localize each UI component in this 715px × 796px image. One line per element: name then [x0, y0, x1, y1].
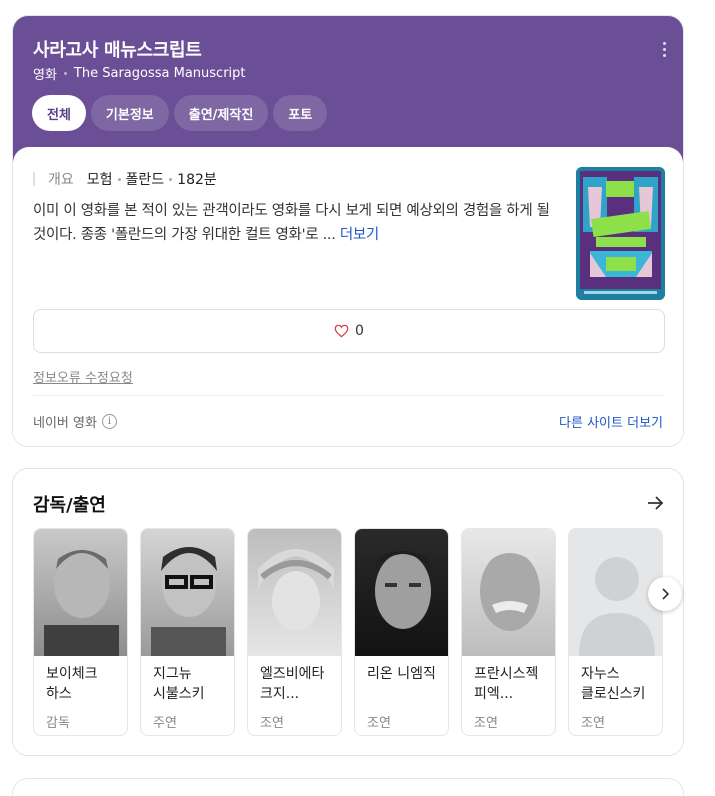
arrow-right-icon[interactable] [645, 493, 665, 513]
next-section-card [12, 778, 684, 796]
person-name: 프란시스젝 피엑... [474, 666, 539, 702]
more-options-icon[interactable] [663, 42, 667, 57]
person-photo [462, 529, 555, 656]
person-name: 보이체크 하스 [46, 666, 98, 702]
movie-title[interactable]: 사라고사 매뉴스크립트 [33, 36, 202, 62]
next-arrow-button[interactable] [648, 577, 682, 611]
person-card[interactable]: 프란시스젝 피엑... 조연 [461, 528, 556, 736]
person-photo [141, 529, 234, 656]
people-list: 보이체크 하스 감독 지그뉴 시불스키 주연 엘즈비에타 크지... 조연 리온… [33, 528, 663, 736]
other-sites-link[interactable]: 다른 사이트 더보기 [559, 412, 663, 431]
person-name: 리온 니엠직 [367, 666, 436, 682]
description-text: 이미 이 영화를 본 적이 있는 관객이라도 영화를 다시 보게 되면 예상외의… [33, 203, 550, 243]
person-card[interactable]: 지그뉴 시불스키 주연 [140, 528, 235, 736]
overview-meta: 개요 모험 폴란드 182분 [33, 169, 217, 189]
category-label: 영화 [33, 68, 57, 83]
more-link[interactable]: 더보기 [340, 227, 379, 243]
report-error-link[interactable]: 정보오류 수정요청 [33, 367, 133, 386]
movie-poster[interactable] [576, 167, 665, 300]
tab-all[interactable]: 전체 [32, 95, 86, 131]
section-title[interactable]: 감독/출연 [33, 491, 106, 517]
like-button[interactable]: 0 [33, 309, 665, 353]
separator-dot [63, 72, 67, 75]
person-name: 엘즈비에타 크지... [260, 666, 325, 702]
person-photo [34, 529, 127, 656]
person-card[interactable]: 엘즈비에타 크지... 조연 [247, 528, 342, 736]
like-count: 0 [355, 323, 364, 339]
heart-icon [334, 324, 349, 338]
genre: 모험 [86, 172, 113, 188]
source-label: 네이버 영화 [33, 416, 97, 431]
tab-basic-info[interactable]: 기본정보 [90, 95, 169, 131]
person-card[interactable]: 보이체크 하스 감독 [33, 528, 128, 736]
person-card[interactable]: 자누스 클로신스키 조연 [568, 528, 663, 736]
info-icon[interactable]: i [101, 414, 117, 429]
movie-description: 이미 이 영화를 본 적이 있는 관객이라도 영화를 다시 보게 되면 예상외의… [33, 199, 558, 247]
original-title: The Saragossa Manuscript [73, 66, 246, 81]
overview-label: 개요 [48, 172, 74, 188]
person-name: 지그뉴 시불스키 [153, 666, 205, 702]
source-info: 네이버 영화 i [33, 412, 117, 431]
movie-info-card: 사라고사 매뉴스크립트 영화 The Saragossa Manuscript … [12, 15, 684, 447]
tab-cast-crew[interactable]: 출연/제작진 [173, 95, 269, 131]
person-role: 조연 [474, 716, 498, 731]
runtime: 182분 [177, 172, 217, 188]
person-photo [355, 529, 448, 656]
person-role: 주연 [153, 716, 177, 731]
country: 폴란드 [125, 172, 165, 188]
meta-bar [33, 172, 35, 186]
person-role: 감독 [46, 716, 70, 731]
tab-photos[interactable]: 포토 [273, 95, 328, 131]
overview-section: 개요 모험 폴란드 182분 이미 이 영화를 본 적이 있는 관객이라도 영화… [13, 147, 683, 446]
person-card[interactable]: 리온 니엠직 조연 [354, 528, 449, 736]
person-role: 조연 [367, 716, 391, 731]
person-photo [248, 529, 341, 656]
separator-dot [169, 177, 173, 181]
divider [33, 395, 665, 396]
cast-card: 감독/출연 보이체크 하스 감독 지그뉴 시불스키 주연 엘즈비에타 크지...… [12, 468, 684, 756]
separator-dot [117, 177, 121, 181]
chevron-right-icon [662, 588, 670, 600]
person-role: 조연 [260, 716, 284, 731]
person-name: 자누스 클로신스키 [581, 666, 646, 702]
movie-header: 사라고사 매뉴스크립트 영화 The Saragossa Manuscript … [13, 16, 683, 166]
tab-bar: 전체 기본정보 출연/제작진 포토 [32, 95, 328, 131]
movie-subtitle: 영화 The Saragossa Manuscript [33, 64, 246, 83]
person-role: 조연 [581, 716, 605, 731]
